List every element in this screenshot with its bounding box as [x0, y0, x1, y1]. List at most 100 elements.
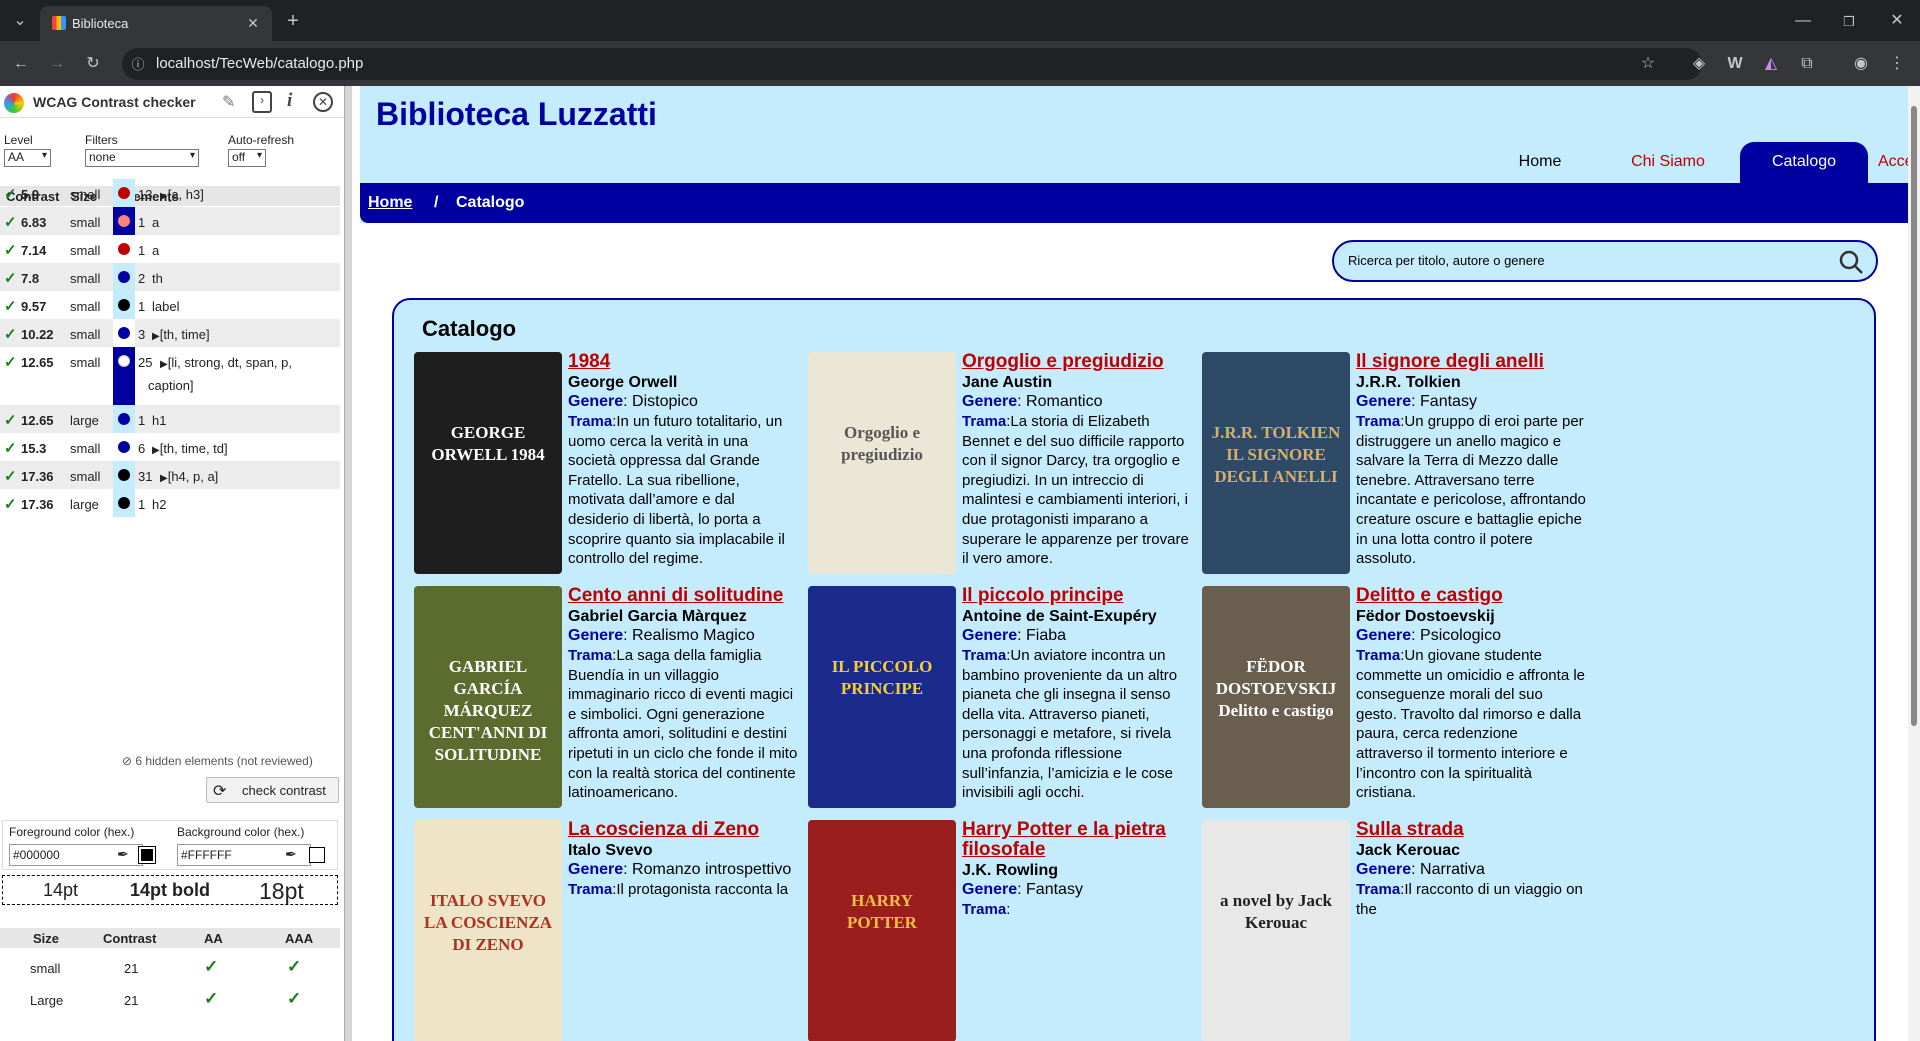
search-icon[interactable]	[1837, 248, 1865, 276]
book-genre: Genere: Psicologico	[1356, 627, 1501, 644]
book-title-link[interactable]: Cento anni di solitudine	[568, 586, 798, 606]
breadcrumb-home-link[interactable]: Home	[368, 194, 412, 212]
size-value: small	[70, 299, 101, 314]
book-card: Orgoglio e pregiudizio Orgoglio e pregiu…	[808, 352, 1192, 576]
close-window-icon[interactable]: ✕	[1886, 10, 1908, 32]
extensions-puzzle-icon[interactable]: ⧉	[1796, 53, 1818, 75]
fg-swatch[interactable]	[138, 846, 156, 864]
eyedropper-icon[interactable]: ✒	[117, 846, 129, 863]
close-tab-icon[interactable]: ✕	[244, 14, 262, 32]
contrast-result-row[interactable]: ✓ 12.65 small 25 ▶[li, strong, dt, span,…	[0, 347, 340, 405]
book-genre: Genere: Romanzo introspettivo	[568, 861, 792, 878]
element-list[interactable]: th	[152, 271, 163, 286]
expand-triangle-icon[interactable]: ▶	[160, 359, 168, 370]
book-title-link[interactable]: Il piccolo principe	[962, 586, 1192, 606]
refresh-select[interactable]: off ▾	[228, 149, 266, 167]
browser-tab[interactable]: Biblioteca ✕	[40, 6, 272, 41]
page-scrollbar[interactable]	[1908, 86, 1920, 1041]
address-bar[interactable]: ⓘ localhost/TecWeb/catalogo.php ☆	[122, 48, 1702, 80]
book-cover-image: GEORGE ORWELL 1984	[414, 352, 562, 574]
book-genre: Genere: Fantasy	[962, 881, 1083, 898]
filters-select[interactable]: none ▾	[85, 149, 199, 167]
pass-check-icon: ✓	[4, 326, 17, 343]
contrast-result-row[interactable]: ✓ 17.36 small 31 ▶[h4, p, a]	[0, 461, 340, 489]
profile-icon[interactable]: ◉	[1850, 53, 1872, 75]
restore-icon[interactable]: ❐	[1838, 10, 1860, 32]
bg-label: Background color (hex.)	[177, 825, 305, 839]
element-list[interactable]: h1	[152, 413, 166, 428]
genre-value: Realismo Magico	[632, 627, 755, 644]
book-title-link[interactable]: Il signore degli anelli	[1356, 352, 1586, 372]
fg-value: #000000	[13, 848, 60, 862]
element-list[interactable]: h2	[152, 497, 166, 512]
contrast-result-row[interactable]: ✓ 7.14 small 1 a	[0, 235, 340, 263]
book-info: 1984 George Orwell Genere: Distopico Tra…	[568, 352, 798, 569]
panel-resize-handle[interactable]	[344, 86, 352, 1041]
element-tags: [th, time, td]	[159, 441, 228, 456]
contrast-result-row[interactable]: ✓ 17.36 large 1 h2	[0, 489, 340, 517]
element-list[interactable]: a	[152, 215, 159, 230]
back-icon[interactable]: ←	[10, 53, 32, 75]
genre-value: Fantasy	[1026, 881, 1083, 898]
contrast-result-row[interactable]: ✓ 7.8 small 2 th	[0, 263, 340, 291]
scrollbar-thumb[interactable]	[1911, 106, 1917, 726]
extension-1-icon[interactable]: ◈	[1688, 53, 1710, 75]
search-input[interactable]: Ricerca per titolo, autore o genere	[1348, 253, 1545, 268]
pass-check-icon: ✓	[4, 468, 17, 485]
book-title-link[interactable]: 1984	[568, 352, 798, 372]
dock-icon[interactable]: ›	[252, 91, 272, 113]
bg-swatch[interactable]	[309, 847, 325, 863]
book-title-link[interactable]: Harry Potter e la pietra filosofale	[962, 820, 1192, 860]
element-list[interactable]: ▶[h4, p, a]	[160, 469, 218, 484]
size-value: small	[70, 441, 101, 456]
contrast-value: 7.8	[21, 271, 40, 286]
level-select[interactable]: AA ▾	[4, 149, 51, 167]
contrast-result-row[interactable]: ✓ 6.83 small 1 a	[0, 207, 340, 235]
expand-triangle-icon[interactable]: ▶	[160, 191, 168, 202]
book-title-link[interactable]: Sulla strada	[1356, 820, 1586, 840]
contrast-result-row[interactable]: ✓ 10.22 small 3 ▶[th, time]	[0, 319, 340, 347]
filters-value: none	[89, 150, 116, 164]
nav-catalogo[interactable]: Catalogo	[1740, 142, 1868, 183]
reload-icon[interactable]: ↻	[82, 53, 104, 75]
nav-home[interactable]: Home	[1476, 142, 1604, 183]
close-panel-icon[interactable]: ✕	[313, 92, 333, 112]
site-info-icon[interactable]: ⓘ	[130, 56, 146, 72]
contrast-result-row[interactable]: ✓ 5.9 small 13 ▶[a, h3]	[0, 179, 340, 207]
nav-accedi[interactable]: Accedi	[1878, 142, 1908, 183]
element-list[interactable]: ▶[li, strong, dt, span, p,	[160, 355, 292, 370]
menu-kebab-icon[interactable]: ⋮	[1886, 53, 1908, 75]
book-title-link[interactable]: Orgoglio e pregiudizio	[962, 352, 1192, 372]
book-cover-image: a novel by Jack Kerouac	[1202, 820, 1350, 1041]
search-bar[interactable]: Ricerca per titolo, autore o genere	[1332, 240, 1878, 282]
element-list[interactable]: a	[152, 243, 159, 258]
expand-triangle-icon[interactable]: ▶	[152, 331, 160, 342]
extension-colors-icon[interactable]: ◭	[1760, 53, 1782, 75]
nav-chi-siamo[interactable]: Chi Siamo	[1604, 142, 1732, 183]
tab-search-icon[interactable]: ⌄	[8, 10, 32, 32]
new-tab-icon[interactable]: +	[282, 10, 304, 32]
pin-icon[interactable]: ✎	[222, 92, 235, 112]
element-list[interactable]: label	[152, 299, 179, 314]
element-tags: a	[152, 215, 160, 230]
extension-w-icon[interactable]: W	[1724, 53, 1746, 75]
pass-check-icon: ✓	[4, 440, 17, 457]
eyedropper-icon[interactable]: ✒	[285, 846, 297, 863]
contrast-result-row[interactable]: ✓ 9.57 small 1 label	[0, 291, 340, 319]
info-icon[interactable]: i	[287, 90, 292, 112]
contrast-result-row[interactable]: ✓ 12.65 large 1 h1	[0, 405, 340, 433]
element-list[interactable]: ▶[th, time, td]	[152, 441, 228, 456]
check-contrast-button[interactable]: ⟳ check contrast	[206, 777, 339, 803]
book-title-link[interactable]: La coscienza di Zeno	[568, 820, 798, 840]
book-title-link[interactable]: Delitto e castigo	[1356, 586, 1586, 606]
expand-triangle-icon[interactable]: ▶	[152, 445, 160, 456]
forward-icon[interactable]: →	[46, 53, 68, 75]
element-list[interactable]: ▶[th, time]	[152, 327, 210, 342]
bookmark-star-icon[interactable]: ☆	[1638, 54, 1658, 74]
expand-triangle-icon[interactable]: ▶	[160, 473, 168, 484]
contrast-result-row[interactable]: ✓ 15.3 small 6 ▶[th, time, td]	[0, 433, 340, 461]
element-tags: [a, h3]	[167, 187, 204, 202]
minimize-icon[interactable]: —	[1792, 10, 1814, 32]
element-list[interactable]: ▶[a, h3]	[160, 187, 204, 202]
plot-label: Trama	[1356, 647, 1401, 664]
